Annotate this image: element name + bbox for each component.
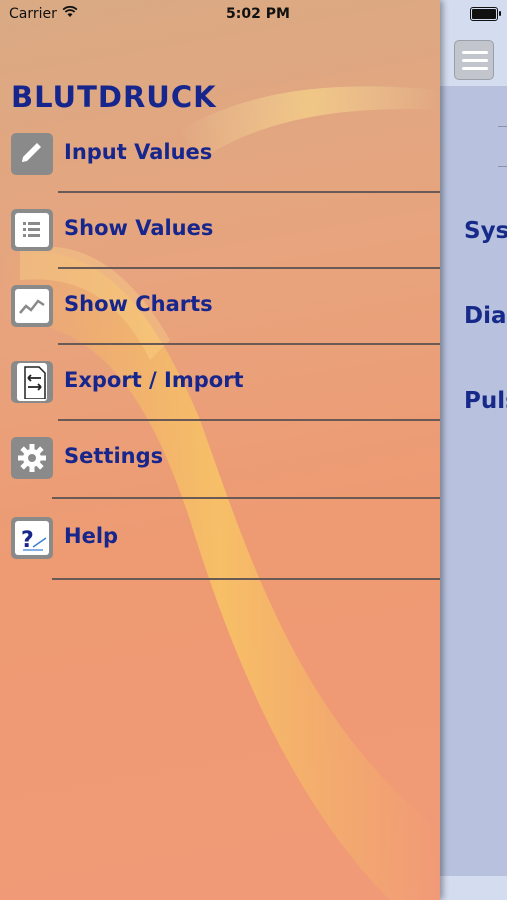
svg-text:?: ? <box>21 528 34 553</box>
clock: 5:02 PM <box>226 6 290 22</box>
menu-item-settings[interactable]: Settings <box>0 437 440 498</box>
main-divider <box>498 126 507 127</box>
main-screen: Sys Dia Puls <box>440 0 507 900</box>
menu-item-show-charts[interactable]: Show Charts <box>0 285 440 346</box>
battery-icon <box>470 7 501 21</box>
side-menu: BLUTDRUCK Input Values Show Values Show … <box>0 0 440 900</box>
diastolic-label: Dia <box>464 303 507 329</box>
menu-item-show-values[interactable]: Show Values <box>0 209 440 270</box>
menu-item-label: Settings <box>64 444 164 468</box>
menu-item-label: Export / Import <box>64 368 244 392</box>
divider <box>52 497 440 499</box>
menu-item-help[interactable]: ? Help <box>0 517 440 578</box>
gear-icon <box>11 437 53 479</box>
help-icon: ? <box>11 517 53 559</box>
export-import-icon <box>11 361 53 403</box>
status-bar: Carrier 5:02 PM <box>0 0 507 28</box>
wifi-icon <box>62 5 78 22</box>
menu-item-label: Help <box>64 524 119 548</box>
menu-toggle-button[interactable] <box>454 40 494 80</box>
divider <box>52 578 440 580</box>
systolic-label: Sys <box>464 218 507 244</box>
main-divider <box>498 166 507 167</box>
menu-item-export-import[interactable]: Export / Import <box>0 361 440 422</box>
main-bottom-bar <box>440 876 507 900</box>
divider <box>58 419 440 421</box>
divider <box>58 267 440 269</box>
list-icon <box>11 209 53 251</box>
app-title: BLUTDRUCK <box>11 80 217 114</box>
menu-item-input-values[interactable]: Input Values <box>0 133 440 194</box>
carrier-label: Carrier <box>9 6 57 22</box>
menu-item-label: Input Values <box>64 140 213 164</box>
pencil-icon <box>11 133 53 175</box>
menu-item-label: Show Charts <box>64 292 213 316</box>
pulse-label: Puls <box>464 388 507 414</box>
chart-icon <box>11 285 53 327</box>
divider <box>58 343 440 345</box>
menu-item-label: Show Values <box>64 216 214 240</box>
divider <box>58 191 440 193</box>
